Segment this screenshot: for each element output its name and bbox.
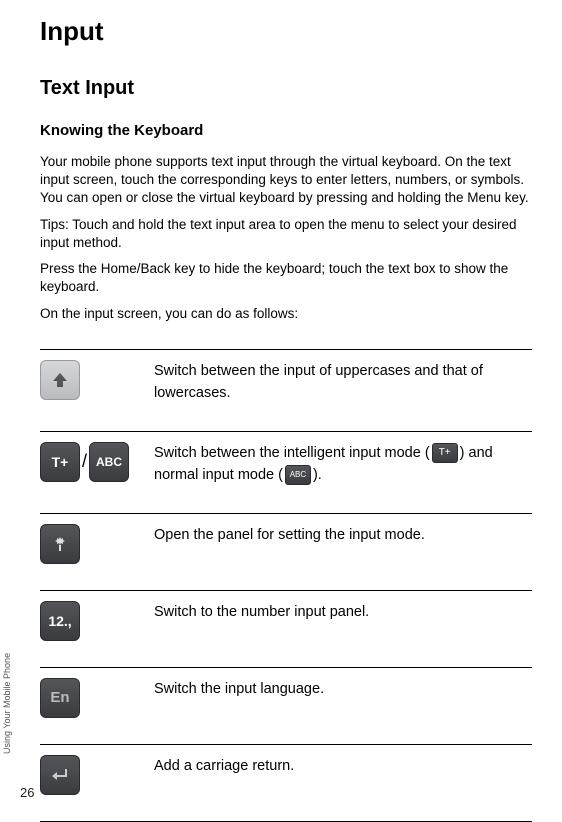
abc-inline-icon: ABC — [285, 465, 311, 485]
desc-part: Switch between the intelligent input mod… — [154, 445, 430, 461]
table-row: Open the panel for setting the input mod… — [40, 513, 532, 590]
icon-cell: 12., — [40, 601, 150, 641]
keyboard-actions-table: Switch between the input of uppercases a… — [40, 349, 532, 822]
page-title: Input — [40, 16, 532, 47]
body-paragraph: On the input screen, you can do as follo… — [40, 305, 532, 323]
row-description: Switch the input language. — [150, 678, 532, 700]
settings-wrench-icon — [40, 524, 80, 564]
body-paragraph: Your mobile phone supports text input th… — [40, 153, 532, 208]
row-description: Switch between the intelligent input mod… — [150, 442, 532, 487]
table-row: Switch between the input of uppercases a… — [40, 349, 532, 431]
t-plus-inline-icon: T+ — [432, 443, 458, 463]
table-row: Add a carriage return. — [40, 744, 532, 822]
body-paragraph: Press the Home/Back key to hide the keyb… — [40, 260, 532, 296]
subsection-heading: Knowing the Keyboard — [40, 122, 532, 139]
body-paragraph: Tips: Touch and hold the text input area… — [40, 216, 532, 252]
number-panel-icon: 12., — [40, 601, 80, 641]
t-plus-icon: T+ — [40, 442, 80, 482]
page-number: 26 — [20, 785, 34, 800]
icon-cell: En — [40, 678, 150, 718]
table-row: En Switch the input language. — [40, 667, 532, 744]
side-label: Using Your Mobile Phone — [2, 653, 12, 754]
row-description: Switch to the number input panel. — [150, 601, 532, 623]
icon-cell — [40, 524, 150, 564]
table-row: T+ / ABC Switch between the intelligent … — [40, 431, 532, 513]
row-description: Open the panel for setting the input mod… — [150, 524, 532, 546]
slash-separator: / — [82, 451, 87, 472]
abc-icon: ABC — [89, 442, 129, 482]
shift-icon — [40, 360, 80, 400]
icon-cell — [40, 755, 150, 795]
section-heading: Text Input — [40, 77, 532, 100]
language-icon: En — [40, 678, 80, 718]
table-row: 12., Switch to the number input panel. — [40, 590, 532, 667]
row-description: Switch between the input of uppercases a… — [150, 360, 532, 405]
enter-icon — [40, 755, 80, 795]
icon-cell: T+ / ABC — [40, 442, 150, 482]
row-description: Add a carriage return. — [150, 755, 532, 777]
desc-part: ). — [313, 467, 322, 483]
icon-cell — [40, 360, 150, 400]
